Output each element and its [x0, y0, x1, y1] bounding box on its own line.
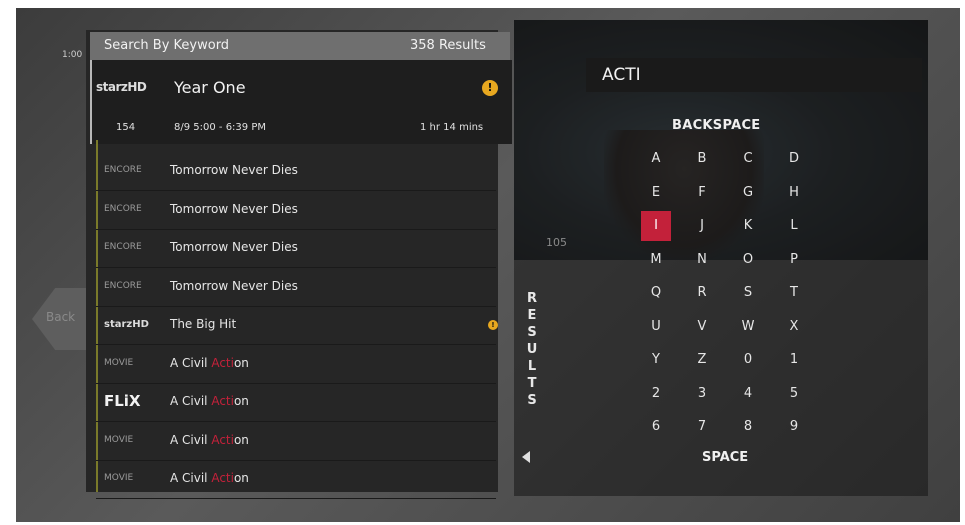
result-row[interactable]: MOVIE A Civil Action [96, 346, 496, 384]
space-key[interactable]: SPACE [702, 450, 748, 465]
channel-logo: FLiX [104, 392, 141, 410]
key-f[interactable]: F [687, 178, 717, 208]
results-tab[interactable]: RESULTS [526, 290, 538, 409]
key-n[interactable]: N [687, 245, 717, 275]
key-6[interactable]: 6 [641, 412, 671, 442]
result-row[interactable]: starzHD The Big Hit! [96, 307, 498, 345]
key-9[interactable]: 9 [779, 412, 809, 442]
match-highlight: Acti [211, 355, 234, 370]
match-highlight: Acti [211, 432, 234, 447]
result-title: A Civil Action [170, 432, 249, 447]
key-u[interactable]: U [641, 312, 671, 342]
results-tab-letter: E [527, 308, 537, 323]
channel-number: 154 [116, 122, 136, 133]
channel-logo: ENCORE [104, 242, 142, 252]
search-query: ACTI [602, 65, 641, 85]
channel-logo: starzHD [104, 319, 149, 330]
result-title: A Civil Action [170, 471, 249, 485]
result-row[interactable]: ENCORE Tomorrow Never Dies [96, 269, 496, 307]
key-4[interactable]: 4 [733, 379, 763, 409]
warning-icon: ! [482, 80, 498, 96]
key-i[interactable]: I [641, 211, 671, 241]
key-t[interactable]: T [779, 278, 809, 308]
key-m[interactable]: M [641, 245, 671, 275]
key-w[interactable]: W [733, 312, 763, 342]
warning-icon: ! [488, 320, 498, 330]
channel-logo: MOVIE [104, 357, 134, 368]
key-j[interactable]: J [687, 211, 717, 241]
key-h[interactable]: H [779, 178, 809, 208]
result-title: Tomorrow Never Dies [170, 201, 298, 216]
result-title: Tomorrow Never Dies [170, 278, 298, 293]
result-row[interactable]: MOVIE A Civil Action [96, 423, 496, 461]
key-p[interactable]: P [779, 245, 809, 275]
key-o[interactable]: O [733, 245, 763, 275]
key-0[interactable]: 0 [733, 345, 763, 375]
key-d[interactable]: D [779, 144, 809, 174]
back-label[interactable]: Back [46, 310, 75, 324]
key-5[interactable]: 5 [779, 379, 809, 409]
background-channel: 105 [546, 236, 567, 249]
results-tab-letter: U [526, 342, 538, 357]
channel-logo-starz: starzHD [96, 80, 147, 94]
key-a[interactable]: A [641, 144, 671, 174]
result-title: The Big Hit [170, 317, 237, 331]
key-v[interactable]: V [687, 312, 717, 342]
key-b[interactable]: B [687, 144, 717, 174]
channel-logo: ENCORE [104, 203, 142, 214]
key-1[interactable]: 1 [779, 345, 809, 375]
result-row[interactable]: ENCORE Tomorrow Never Dies [96, 153, 496, 191]
results-tab-letter: L [527, 359, 537, 374]
match-highlight: Acti [211, 394, 234, 408]
result-row[interactable]: ENCORE Tomorrow Never Dies [96, 192, 496, 230]
key-2[interactable]: 2 [641, 379, 671, 409]
airtime: 8/9 5:00 - 6:39 PM [174, 122, 266, 133]
channel-logo: ENCORE [104, 165, 142, 175]
results-tab-letter: T [527, 376, 537, 391]
result-title: Tomorrow Never Dies [170, 163, 298, 177]
header-title: Search By Keyword [104, 38, 230, 53]
key-y[interactable]: Y [641, 345, 671, 375]
key-r[interactable]: R [687, 278, 717, 308]
result-row[interactable]: MOVIE A Civil Action [96, 461, 496, 499]
duration: 1 hr 14 mins [420, 122, 484, 133]
match-highlight: Acti [211, 471, 234, 485]
key-e[interactable]: E [641, 178, 671, 208]
key-z[interactable]: Z [687, 345, 717, 375]
key-q[interactable]: Q [641, 278, 671, 308]
key-g[interactable]: G [733, 178, 763, 208]
result-title: A Civil Action [170, 355, 249, 370]
results-tab-letter: R [526, 291, 537, 306]
key-l[interactable]: L [779, 211, 809, 241]
result-row[interactable]: ENCORE Tomorrow Never Dies [96, 230, 496, 268]
key-x[interactable]: X [779, 312, 809, 342]
backspace-key[interactable]: BACKSPACE [672, 118, 760, 133]
key-c[interactable]: C [733, 144, 763, 174]
result-row[interactable]: FLiX A Civil Action [96, 384, 496, 422]
left-arrow-icon[interactable] [522, 451, 530, 463]
results-tab-letter: S [527, 325, 537, 340]
selected-title: Year One [174, 78, 246, 97]
channel-logo: MOVIE [104, 473, 134, 483]
timestamp: 1:00 [62, 50, 83, 60]
key-s[interactable]: S [733, 278, 763, 308]
key-3[interactable]: 3 [687, 379, 717, 409]
results-count: 358 Results [410, 38, 486, 53]
channel-logo: ENCORE [104, 280, 142, 291]
result-title: A Civil Action [170, 394, 249, 408]
channel-logo: MOVIE [104, 434, 134, 445]
key-7[interactable]: 7 [687, 412, 717, 442]
results-tab-letter: S [527, 393, 537, 408]
key-k[interactable]: K [733, 211, 763, 241]
result-title: Tomorrow Never Dies [170, 240, 298, 254]
key-8[interactable]: 8 [733, 412, 763, 442]
